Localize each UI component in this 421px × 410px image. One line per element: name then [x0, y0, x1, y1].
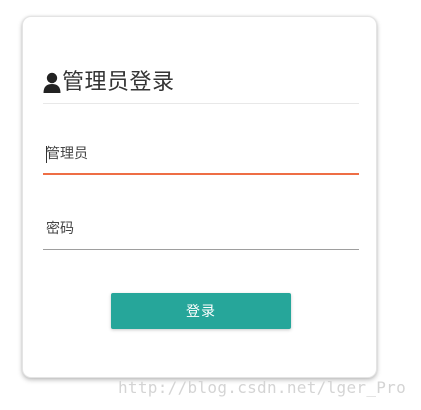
username-underline — [43, 173, 359, 175]
password-field[interactable] — [43, 210, 359, 250]
page: 管理员登录 登录 http://blog.csdn.net/lger_Pro — [0, 0, 421, 410]
login-header: 管理员登录 — [43, 65, 359, 101]
text-cursor — [46, 146, 47, 163]
username-field[interactable] — [43, 135, 359, 175]
header-divider — [43, 103, 359, 104]
password-underline — [43, 249, 359, 250]
page-title: 管理员登录 — [62, 70, 175, 95]
user-icon — [43, 72, 61, 94]
login-button[interactable]: 登录 — [111, 293, 291, 329]
watermark-text: http://blog.csdn.net/lger_Pro — [118, 378, 407, 397]
login-card: 管理员登录 登录 — [22, 16, 377, 378]
password-input[interactable] — [43, 210, 359, 248]
username-input[interactable] — [43, 135, 359, 173]
